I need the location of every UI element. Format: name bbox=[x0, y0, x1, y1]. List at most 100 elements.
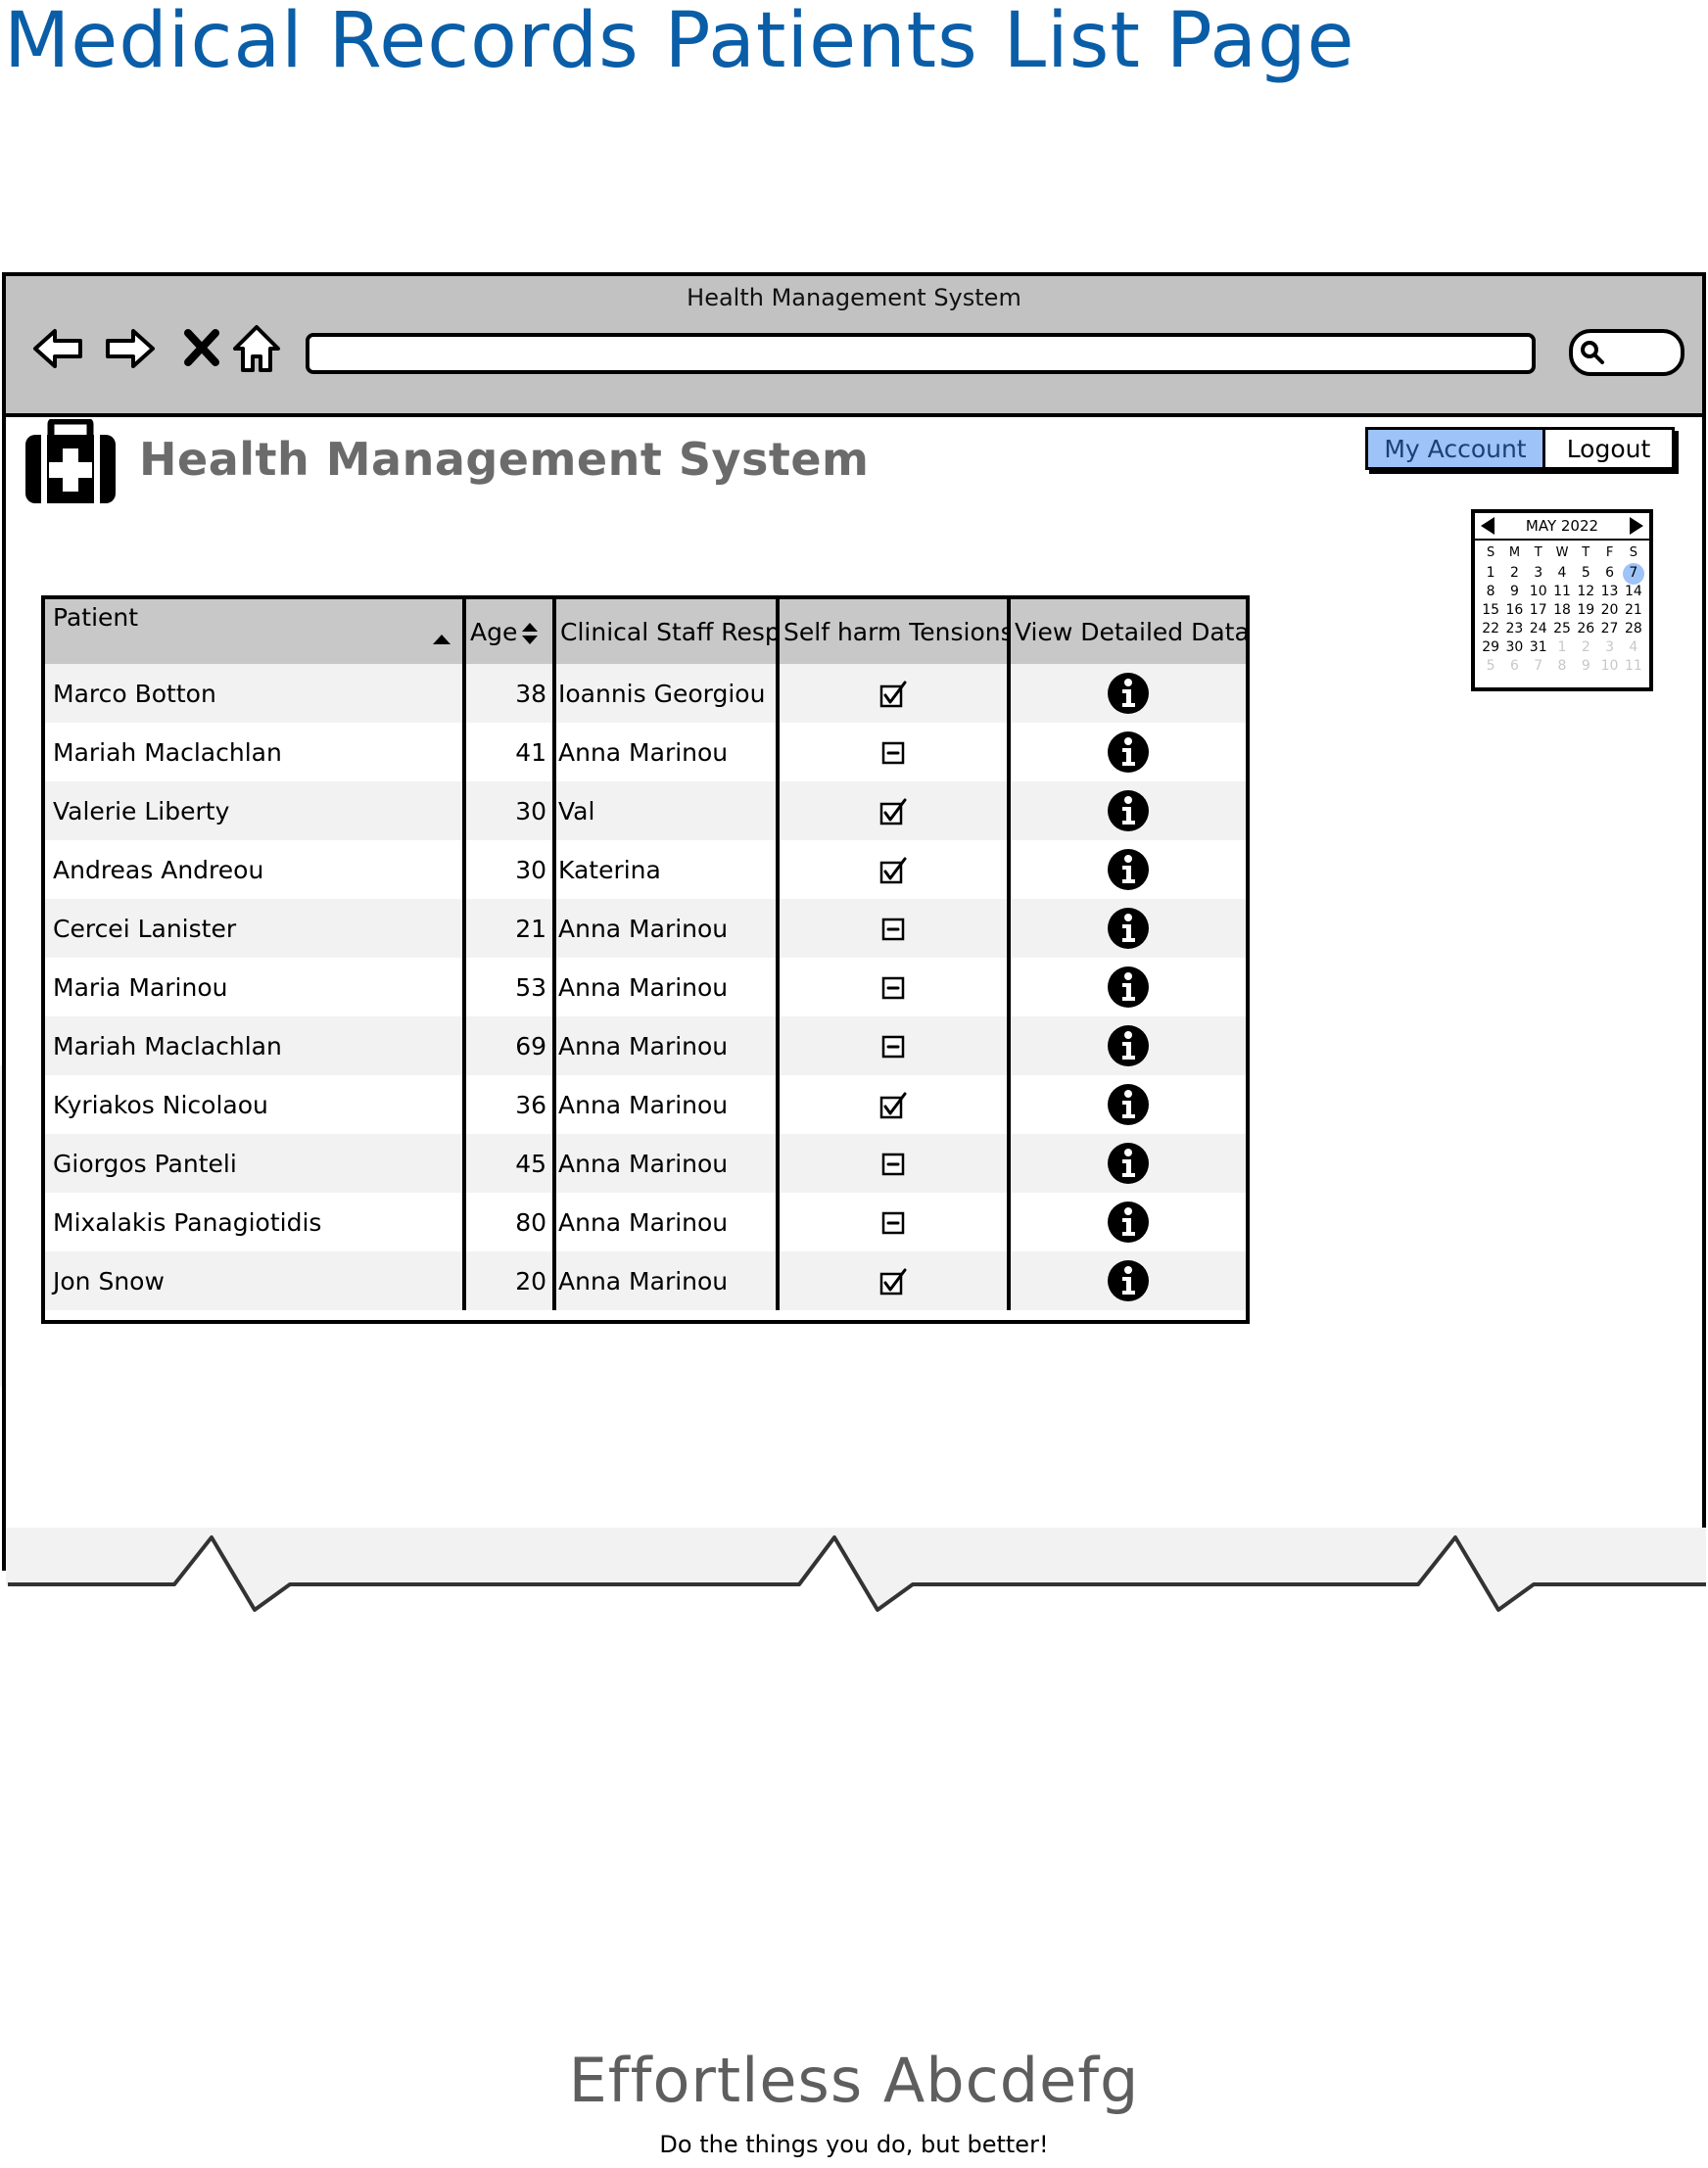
calendar-day[interactable]: 17 bbox=[1527, 601, 1550, 620]
calendar-day[interactable]: 4 bbox=[1622, 638, 1645, 657]
calendar-day[interactable]: 28 bbox=[1622, 620, 1645, 638]
calendar-day[interactable]: 5 bbox=[1479, 657, 1502, 676]
info-icon[interactable] bbox=[1106, 1082, 1151, 1127]
calendar-weekday: S bbox=[1629, 545, 1637, 560]
calendar-day[interactable]: 16 bbox=[1502, 601, 1526, 620]
column-header-staff[interactable]: Clinical Staff Resp bbox=[554, 599, 781, 664]
calendar-day[interactable]: 29 bbox=[1479, 638, 1502, 657]
calendar-day[interactable]: 14 bbox=[1622, 583, 1645, 601]
calendar-day[interactable]: 30 bbox=[1502, 638, 1526, 657]
table-row[interactable]: Mariah Maclachlan 41 Anna Marinou bbox=[45, 723, 1246, 781]
calendar-day[interactable]: 27 bbox=[1597, 620, 1621, 638]
calendar-day[interactable]: 4 bbox=[1550, 564, 1574, 583]
back-arrow-icon[interactable] bbox=[31, 321, 86, 376]
column-header-self-harm[interactable]: Self harm Tensions bbox=[778, 599, 1014, 664]
info-icon[interactable] bbox=[1106, 730, 1151, 775]
browser-toolbar: Health Management System bbox=[6, 276, 1702, 417]
calendar-day[interactable]: 11 bbox=[1622, 657, 1645, 676]
calendar-day[interactable]: 31 bbox=[1527, 638, 1550, 657]
calendar-next-icon[interactable] bbox=[1630, 517, 1643, 535]
my-account-button[interactable]: My Account bbox=[1365, 427, 1545, 470]
calendar-day[interactable]: 6 bbox=[1597, 564, 1621, 583]
calendar-day[interactable]: 8 bbox=[1550, 657, 1574, 676]
info-icon[interactable] bbox=[1106, 788, 1151, 833]
calendar-day[interactable]: 5 bbox=[1574, 564, 1597, 583]
calendar-weekday: M bbox=[1508, 545, 1521, 560]
table-row[interactable]: Mariah Maclachlan 69 Anna Marinou bbox=[45, 1016, 1246, 1075]
column-header-age[interactable]: Age bbox=[464, 599, 556, 664]
address-bar[interactable] bbox=[306, 333, 1536, 374]
checkbox-checked-icon[interactable] bbox=[879, 1268, 907, 1296]
calendar-day[interactable]: 10 bbox=[1527, 583, 1550, 601]
calendar-day[interactable]: 18 bbox=[1550, 601, 1574, 620]
calendar-day[interactable]: 3 bbox=[1597, 638, 1621, 657]
checkbox-checked-icon[interactable] bbox=[879, 798, 907, 825]
table-row[interactable]: Mixalakis Panagiotidis 80 Anna Marinou bbox=[45, 1193, 1246, 1251]
info-icon[interactable] bbox=[1106, 1200, 1151, 1245]
calendar-day[interactable]: 15 bbox=[1479, 601, 1502, 620]
cell-staff: Anna Marinou bbox=[554, 1251, 780, 1310]
checkbox-indeterminate-icon[interactable] bbox=[879, 974, 907, 1002]
checkbox-indeterminate-icon[interactable] bbox=[879, 739, 907, 767]
checkbox-indeterminate-icon[interactable] bbox=[879, 1033, 907, 1060]
cell-patient: Jon Snow bbox=[45, 1251, 466, 1310]
table-row[interactable]: Kyriakos Nicolaou 36 Anna Marinou bbox=[45, 1075, 1246, 1134]
calendar-day[interactable]: 9 bbox=[1574, 657, 1597, 676]
checkbox-indeterminate-icon[interactable] bbox=[879, 916, 907, 943]
table-row[interactable]: Maria Marinou 53 Anna Marinou bbox=[45, 958, 1246, 1016]
calendar-day[interactable]: 12 bbox=[1574, 583, 1597, 601]
calendar-day[interactable]: 7 bbox=[1527, 657, 1550, 676]
table-row[interactable]: Cercei Lanister 21 Anna Marinou bbox=[45, 899, 1246, 958]
calendar-day-number: 2 bbox=[1581, 639, 1590, 655]
checkbox-indeterminate-icon[interactable] bbox=[879, 1209, 907, 1237]
calendar-day[interactable]: 26 bbox=[1574, 620, 1597, 638]
column-header-details[interactable]: View Detailed Data bbox=[1009, 599, 1246, 664]
calendar-day[interactable]: 1 bbox=[1479, 564, 1502, 583]
info-icon[interactable] bbox=[1106, 965, 1151, 1010]
browser-search-button[interactable] bbox=[1569, 329, 1684, 376]
calendar-day[interactable]: 3 bbox=[1527, 564, 1550, 583]
checkbox-checked-icon[interactable] bbox=[879, 857, 907, 884]
column-header-patient[interactable]: Patient bbox=[45, 599, 466, 664]
calendar-day-selected[interactable]: 7 bbox=[1622, 562, 1645, 585]
calendar-day[interactable]: 25 bbox=[1550, 620, 1574, 638]
calendar-day[interactable]: 9 bbox=[1502, 583, 1526, 601]
calendar-day[interactable]: 8 bbox=[1479, 583, 1502, 601]
calendar-day[interactable]: 1 bbox=[1550, 638, 1574, 657]
info-icon[interactable] bbox=[1106, 1023, 1151, 1068]
forward-arrow-icon[interactable] bbox=[102, 321, 157, 376]
table-row[interactable]: Valerie Liberty 30 Val bbox=[45, 781, 1246, 840]
info-icon[interactable] bbox=[1106, 847, 1151, 892]
calendar-day[interactable]: 11 bbox=[1550, 583, 1574, 601]
table-row[interactable]: Marco Botton 38 Ioannis Georgiou bbox=[45, 664, 1246, 723]
cell-age: 21 bbox=[464, 899, 556, 958]
info-icon[interactable] bbox=[1106, 906, 1151, 951]
calendar-day[interactable]: 21 bbox=[1622, 601, 1645, 620]
info-icon[interactable] bbox=[1106, 1258, 1151, 1303]
logout-button[interactable]: Logout bbox=[1545, 427, 1675, 470]
calendar-day[interactable]: 2 bbox=[1574, 638, 1597, 657]
checkbox-checked-icon[interactable] bbox=[879, 681, 907, 708]
home-icon[interactable] bbox=[229, 321, 284, 376]
calendar-day[interactable]: 6 bbox=[1502, 657, 1526, 676]
calendar-day[interactable]: 19 bbox=[1574, 601, 1597, 620]
calendar-day[interactable]: 13 bbox=[1597, 583, 1621, 601]
sort-ascending-icon[interactable] bbox=[433, 635, 451, 644]
calendar-day[interactable]: 10 bbox=[1597, 657, 1621, 676]
checkbox-indeterminate-icon[interactable] bbox=[879, 1151, 907, 1178]
calendar-day[interactable]: 24 bbox=[1527, 620, 1550, 638]
info-icon[interactable] bbox=[1106, 1141, 1151, 1186]
calendar-day[interactable]: 22 bbox=[1479, 620, 1502, 638]
sort-both-icon[interactable] bbox=[521, 622, 539, 645]
calendar-day[interactable]: 2 bbox=[1502, 564, 1526, 583]
info-icon[interactable] bbox=[1106, 671, 1151, 716]
table-row[interactable]: Andreas Andreou 30 Katerina bbox=[45, 840, 1246, 899]
table-row[interactable]: Jon Snow 20 Anna Marinou bbox=[45, 1251, 1246, 1310]
table-row[interactable]: Giorgos Panteli 45 Anna Marinou bbox=[45, 1134, 1246, 1193]
checkbox-checked-icon[interactable] bbox=[879, 1092, 907, 1119]
stop-icon[interactable] bbox=[174, 321, 229, 376]
calendar-day[interactable]: 23 bbox=[1502, 620, 1526, 638]
calendar-day[interactable]: 20 bbox=[1597, 601, 1621, 620]
cell-staff: Anna Marinou bbox=[554, 1016, 780, 1075]
calendar-day-number: 11 bbox=[1553, 584, 1571, 599]
